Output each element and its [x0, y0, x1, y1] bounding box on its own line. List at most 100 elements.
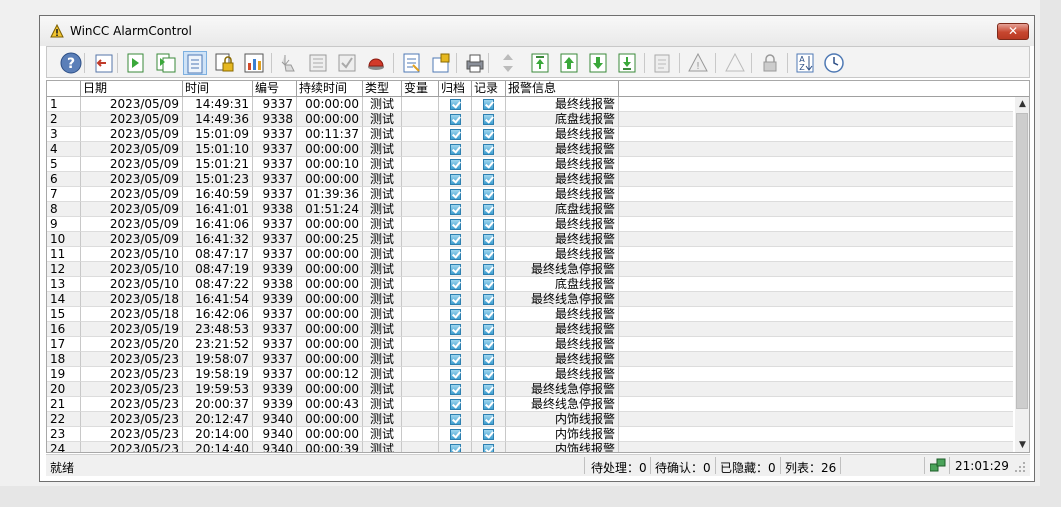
- status-pending: 待处理：0: [591, 461, 647, 475]
- table-cell: [402, 427, 439, 442]
- next-icon[interactable]: [586, 51, 610, 75]
- column-header[interactable]: 时间: [183, 81, 253, 96]
- table-row[interactable]: 11 2023/05/10 08:47:17 9337 00:00:00 测试 最终线报警: [47, 247, 1013, 262]
- table-cell: 9337: [253, 247, 297, 262]
- table-cell: 2023/05/09: [81, 202, 183, 217]
- info-text-icon[interactable]: [650, 51, 674, 75]
- column-header[interactable]: 类型: [363, 81, 402, 96]
- table-cell: 9339: [253, 262, 297, 277]
- table-cell: 测试: [363, 217, 402, 232]
- checked-icon: [483, 129, 494, 140]
- lock-list-icon[interactable]: [213, 51, 237, 75]
- table-cell: 2023/05/09: [81, 157, 183, 172]
- emergency-ack-icon[interactable]: [92, 51, 116, 75]
- selection-dialog-icon[interactable]: [400, 51, 424, 75]
- table-row[interactable]: 24 2023/05/23 20:14:40 9340 00:00:39 测试 内饰线报警: [47, 442, 1013, 452]
- status-divider: [584, 457, 585, 474]
- help-icon[interactable]: ?: [59, 51, 83, 75]
- log-checkbox: [472, 172, 506, 187]
- archive-checkbox: [439, 232, 472, 247]
- table-row[interactable]: 2 2023/05/09 14:49:36 9338 00:00:00 测试 底盘线报警: [47, 112, 1013, 127]
- selection-display-icon[interactable]: [429, 51, 453, 75]
- svg-text:Z: Z: [799, 63, 805, 72]
- sort-dialog-icon[interactable]: AZ: [793, 51, 817, 75]
- table-cell: 底盘线报警: [506, 202, 619, 217]
- sort-icon[interactable]: [335, 51, 359, 75]
- checked-icon: [449, 369, 461, 380]
- table-cell: 19:58:07: [183, 352, 253, 367]
- list-current-icon[interactable]: [124, 51, 148, 75]
- table-cell: [402, 142, 439, 157]
- table-row[interactable]: 23 2023/05/23 20:14:00 9340 00:00:00 测试 内饰线报警: [47, 427, 1013, 442]
- table-row[interactable]: 8 2023/05/09 16:41:01 9338 01:51:24 测试 底盘线报警: [47, 202, 1013, 217]
- table-row[interactable]: 19 2023/05/23 19:58:19 9337 00:00:12 测试 最终线报警: [47, 367, 1013, 382]
- table-row[interactable]: 18 2023/05/23 19:58:07 9337 00:00:00 测试 最终线报警: [47, 352, 1013, 367]
- table-cell: 9337: [253, 367, 297, 382]
- row-number: 20: [47, 382, 81, 397]
- table-row[interactable]: 12 2023/05/10 08:47:19 9339 00:00:00 测试 最终线急停报…: [47, 262, 1013, 277]
- lock-icon[interactable]: [758, 51, 782, 75]
- table-cell: 00:00:39: [297, 442, 363, 452]
- autoscroll-icon[interactable]: [496, 51, 520, 75]
- comment-icon[interactable]: !: [686, 51, 710, 75]
- column-header[interactable]: 记录: [472, 81, 506, 96]
- log-checkbox: [472, 382, 506, 397]
- time-base-icon[interactable]: [822, 51, 846, 75]
- table-row[interactable]: 13 2023/05/10 08:47:22 9338 00:00:00 测试 底盘线报警: [47, 277, 1013, 292]
- scroll-down-icon[interactable]: ▼: [1015, 438, 1029, 452]
- table-row[interactable]: 16 2023/05/19 23:48:53 9337 00:00:00 测试 最终线报警: [47, 322, 1013, 337]
- table-row[interactable]: 7 2023/05/09 16:40:59 9337 01:39:36 测试 最终线报警: [47, 187, 1013, 202]
- column-header[interactable]: 变量: [402, 81, 439, 96]
- column-header[interactable]: 编号: [253, 81, 297, 96]
- table-row[interactable]: 9 2023/05/09 16:41:06 9337 00:00:00 测试 最终线报警: [47, 217, 1013, 232]
- table-cell: 最终线急停报警: [506, 397, 619, 412]
- close-button[interactable]: ✕: [997, 23, 1029, 40]
- vertical-scrollbar[interactable]: ▲ ▼: [1015, 97, 1029, 452]
- table-cell: 9338: [253, 202, 297, 217]
- table-row[interactable]: 1 2023/05/09 14:49:31 9337 00:00:00 测试 最终线报警: [47, 97, 1013, 112]
- column-header[interactable]: 报警信息: [506, 81, 619, 96]
- table-row[interactable]: 10 2023/05/09 16:41:32 9337 00:00:25 测试 最终线报警: [47, 232, 1013, 247]
- last-icon[interactable]: [615, 51, 639, 75]
- column-header[interactable]: 持续时间: [297, 81, 363, 96]
- scroll-up-icon[interactable]: ▲: [1015, 97, 1029, 112]
- table-row[interactable]: 15 2023/05/18 16:42:06 9337 00:00:00 测试 最终线报警: [47, 307, 1013, 322]
- table-cell: 9337: [253, 97, 297, 112]
- checked-icon: [483, 204, 494, 215]
- table-cell: 2023/05/10: [81, 262, 183, 277]
- table-cell-empty: [619, 112, 1013, 127]
- table-row[interactable]: 4 2023/05/09 15:01:10 9337 00:00:00 测试 最终线报警: [47, 142, 1013, 157]
- column-header[interactable]: 归档: [439, 81, 472, 96]
- table-cell: 2023/05/09: [81, 112, 183, 127]
- table-row[interactable]: 20 2023/05/23 19:59:53 9339 00:00:00 测试 最终线急停报…: [47, 382, 1013, 397]
- scrollbar-thumb[interactable]: [1016, 113, 1028, 409]
- print-icon[interactable]: [463, 51, 487, 75]
- table-row[interactable]: 17 2023/05/20 23:21:52 9337 00:00:00 测试 最终线报警: [47, 337, 1013, 352]
- first-icon[interactable]: [528, 51, 552, 75]
- table-row[interactable]: 5 2023/05/09 15:01:21 9337 00:00:10 测试 最终线报警: [47, 157, 1013, 172]
- horn-ack-icon[interactable]: [364, 51, 388, 75]
- table-row[interactable]: 3 2023/05/09 15:01:09 9337 00:11:37 测试 最终线报警: [47, 127, 1013, 142]
- checked-icon: [449, 249, 461, 260]
- log-checkbox: [472, 307, 506, 322]
- table-cell: [402, 322, 439, 337]
- loop-in-alarm-icon[interactable]: [723, 51, 747, 75]
- toolbar-separator: [271, 53, 272, 73]
- table-row[interactable]: 14 2023/05/18 16:41:54 9339 00:00:00 测试 最终线急停报…: [47, 292, 1013, 307]
- ack-icon[interactable]: [277, 51, 301, 75]
- group-ack-icon[interactable]: [306, 51, 330, 75]
- table-row[interactable]: 6 2023/05/09 15:01:23 9337 00:00:00 测试 最终线报警: [47, 172, 1013, 187]
- table-cell-empty: [619, 217, 1013, 232]
- row-number: 10: [47, 232, 81, 247]
- title-bar[interactable]: WinCC AlarmControl ✕: [40, 16, 1034, 46]
- table-row[interactable]: 22 2023/05/23 20:12:47 9340 00:00:00 测试 内饰线报警: [47, 412, 1013, 427]
- resize-grip-icon[interactable]: [1014, 461, 1026, 473]
- table-cell: 00:00:00: [297, 97, 363, 112]
- table-row[interactable]: 21 2023/05/23 20:00:37 9339 00:00:43 测试 最终线急停报…: [47, 397, 1013, 412]
- column-header[interactable]: 日期: [81, 81, 183, 96]
- previous-icon[interactable]: [557, 51, 581, 75]
- list-long-term-icon[interactable]: [183, 51, 207, 75]
- list-short-term-icon[interactable]: [154, 51, 178, 75]
- archive-checkbox: [439, 352, 472, 367]
- hit-list-icon[interactable]: [242, 51, 266, 75]
